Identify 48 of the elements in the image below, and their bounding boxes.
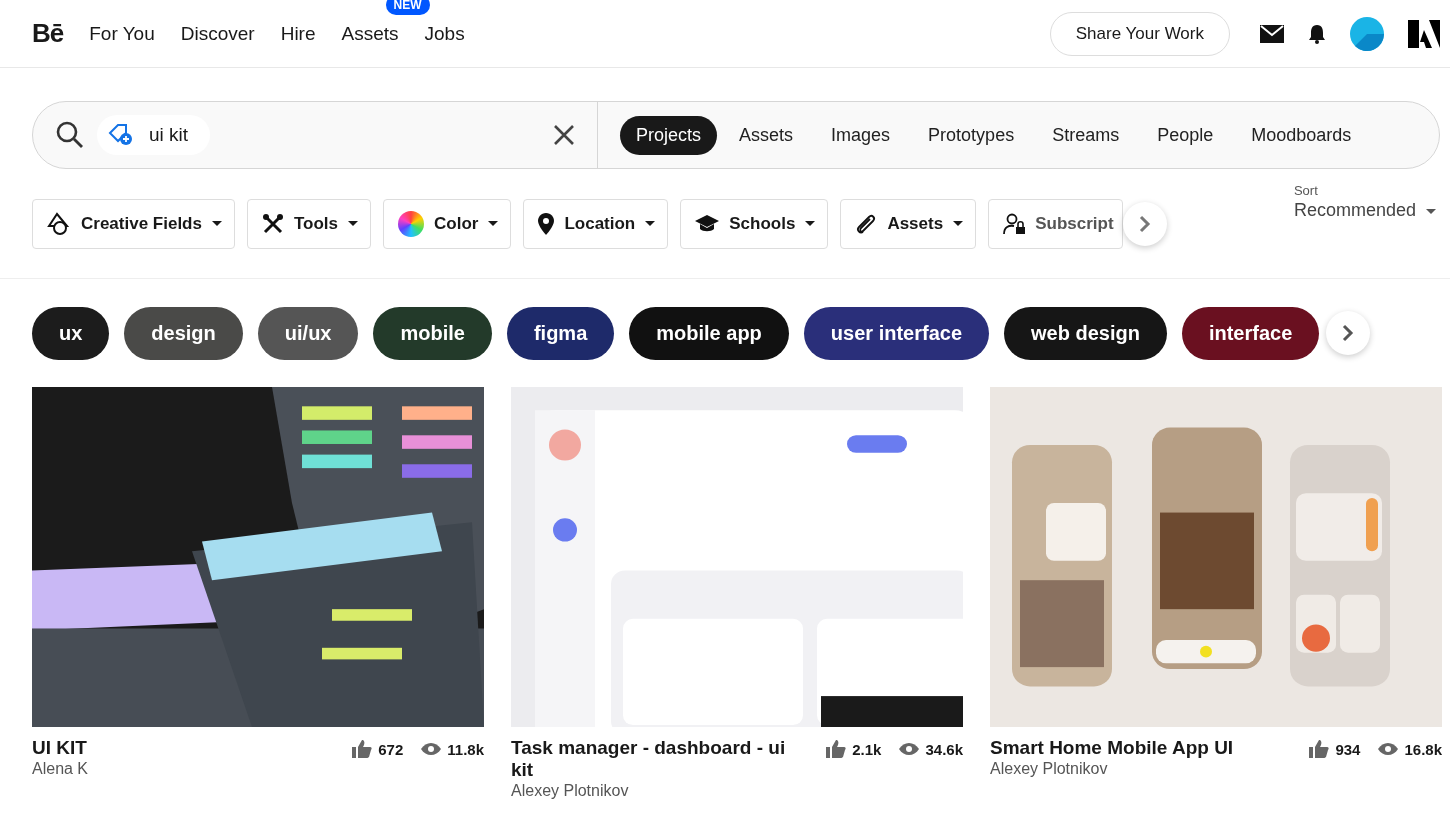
search-tab[interactable]: People: [1141, 115, 1230, 155]
tag-pill[interactable]: interface: [1181, 306, 1320, 360]
behance-logo[interactable]: Bē: [32, 18, 64, 49]
new-badge: NEW: [385, 0, 430, 15]
filter-dropdown[interactable]: Creative Fields: [32, 198, 235, 249]
project-title[interactable]: Smart Home Mobile App UI: [990, 737, 1234, 759]
project-author[interactable]: Alena K: [32, 760, 89, 778]
search-tab[interactable]: Assets: [723, 115, 810, 155]
project-author[interactable]: Alexey Plotnikov: [990, 760, 1234, 778]
search-tab[interactable]: Images: [815, 115, 907, 155]
search-tab[interactable]: Prototypes: [912, 115, 1031, 155]
like-count: 672: [378, 740, 404, 758]
tag-pill[interactable]: mobile: [373, 306, 492, 360]
filter-dropdown[interactable]: Color: [383, 198, 512, 249]
search-query-chip[interactable]: ui kit: [97, 115, 211, 155]
tag-pill[interactable]: user interface: [803, 306, 989, 360]
search-tab[interactable]: Streams: [1036, 115, 1136, 155]
filter-dropdown[interactable]: Tools: [246, 198, 372, 249]
search-bar[interactable]: ui kit Projects Assets Images Prototypes Streams People Moodboards: [32, 101, 1440, 169]
tag-pill[interactable]: mobile app: [629, 306, 789, 360]
like-count: 2.1k: [852, 740, 882, 758]
like-count: 934: [1335, 740, 1361, 758]
filter-dropdown[interactable]: Schools: [680, 198, 829, 249]
search-query: ui kit: [149, 124, 189, 146]
sort-label: Sort: [1293, 183, 1319, 198]
project-author[interactable]: Alexey Plotnikov: [511, 782, 811, 800]
tag-pill[interactable]: ui/ux: [257, 306, 359, 360]
nav-link[interactable]: Assets: [341, 22, 399, 44]
sort-dropdown[interactable]: Recommended: [1293, 200, 1436, 221]
filter-dropdown[interactable]: Assets: [840, 198, 977, 249]
view-count: 34.6k: [925, 740, 963, 758]
project-title[interactable]: Task manager - dashboard - ui kit: [511, 737, 811, 781]
nav-link[interactable]: Jobs: [424, 22, 465, 44]
nav-link[interactable]: Hire: [280, 22, 316, 44]
tag-pill[interactable]: figma: [506, 306, 615, 360]
search-tab[interactable]: Projects: [620, 115, 718, 155]
search-tab[interactable]: Moodboards: [1235, 115, 1368, 155]
project-title[interactable]: UI KIT: [32, 737, 89, 759]
tag-pill[interactable]: design: [124, 306, 243, 360]
view-count: 11.8k: [447, 740, 484, 758]
filter-dropdown[interactable]: Location: [523, 198, 669, 249]
nav-link[interactable]: For You: [89, 22, 155, 44]
tag-pill[interactable]: web design: [1004, 306, 1167, 360]
filter-dropdown[interactable]: Subscript: [988, 198, 1123, 249]
view-count: 16.8k: [1404, 740, 1442, 758]
tag-pill[interactable]: ux: [32, 306, 110, 360]
nav-link[interactable]: Discover: [180, 22, 255, 44]
share-work-button[interactable]: Share Your Work: [1049, 11, 1230, 56]
